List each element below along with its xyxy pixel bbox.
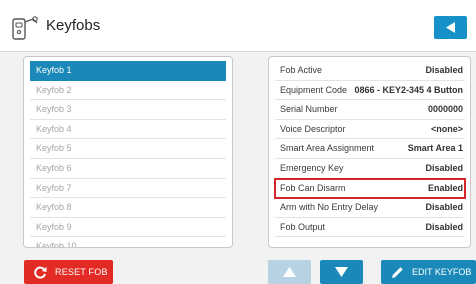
property-row[interactable]: Fob Output Disabled <box>275 218 465 238</box>
keyfob-list-panel: Keyfob 1 Keyfob 2 Keyfob 3 Keyfob 4 Keyfob 5… <box>23 56 233 248</box>
property-value: Disabled <box>425 162 463 173</box>
property-value: 0000000 <box>427 104 463 115</box>
property-value: Disabled <box>425 202 463 213</box>
property-row[interactable]: Equipment Code 0866 - KEY2-345 4 Button <box>275 81 465 101</box>
move-up-button[interactable] <box>268 260 311 284</box>
property-value: Enabled <box>427 182 463 193</box>
move-down-button[interactable] <box>320 260 363 284</box>
property-value: Disabled <box>425 65 463 75</box>
property-label: Emergency Key <box>280 162 344 173</box>
back-button[interactable] <box>434 16 467 39</box>
keyfob-list-item[interactable]: Keyfob 6 <box>30 159 226 179</box>
property-value: Disabled <box>425 221 463 232</box>
property-row[interactable]: Emergency Key Disabled <box>275 159 465 179</box>
down-arrow-icon <box>335 267 348 277</box>
keyfob-properties-panel: Fob Active Disabled Equipment Code 0866 - K… <box>268 56 471 248</box>
reset-fob-label: RESET FOB <box>55 267 108 277</box>
property-value: <none> <box>430 123 463 134</box>
keyfob-properties: Fob Active Disabled Equipment Code 0866 - K… <box>274 61 466 238</box>
property-label: Fob Can Disarm <box>280 182 346 193</box>
property-row[interactable]: Voice Descriptor <none> <box>275 120 465 140</box>
keyfob-icon <box>11 13 39 41</box>
keyfob-list-item[interactable]: Keyfob 4 <box>30 120 226 140</box>
property-label: Fob Output <box>280 221 326 232</box>
property-label: Voice Descriptor <box>280 123 346 134</box>
keyfob-list-item[interactable]: Keyfob 7 <box>30 179 226 199</box>
back-arrow-icon <box>446 22 455 33</box>
property-row[interactable]: Arm with No Entry Delay Disabled <box>275 198 465 218</box>
pencil-icon <box>392 267 403 278</box>
property-label: Arm with No Entry Delay <box>280 202 379 213</box>
property-label: Serial Number <box>280 104 338 115</box>
edit-keyfob-label: EDIT KEYFOB <box>412 267 472 277</box>
property-row[interactable]: Fob Active Disabled <box>275 61 465 81</box>
property-row[interactable]: Smart Area Assignment Smart Area 1 <box>275 139 465 159</box>
property-value: Smart Area 1 <box>407 143 463 154</box>
property-row[interactable]: Fob Can Disarm Enabled <box>274 177 466 200</box>
keyfob-list-item[interactable]: Keyfob 1 <box>30 61 226 81</box>
property-label: Equipment Code <box>280 84 348 95</box>
reset-fob-button[interactable]: RESET FOB <box>24 260 113 284</box>
keyfob-list: Keyfob 1 Keyfob 2 Keyfob 3 Keyfob 4 Keyfob 5… <box>30 61 226 247</box>
property-value: 0866 - KEY2-345 4 Button <box>354 84 463 95</box>
keyfob-list-item[interactable]: Keyfob 5 <box>30 139 226 159</box>
keyfob-list-item[interactable]: Keyfob 10 <box>30 237 226 247</box>
property-label: Smart Area Assignment <box>280 143 375 154</box>
keyfob-list-item[interactable]: Keyfob 8 <box>30 198 226 218</box>
edit-keyfob-button[interactable]: EDIT KEYFOB <box>381 260 476 284</box>
property-row[interactable]: Serial Number 0000000 <box>275 100 465 120</box>
keyfob-list-item[interactable]: Keyfob 9 <box>30 218 226 238</box>
keyfob-list-item[interactable]: Keyfob 2 <box>30 81 226 101</box>
page-title: Keyfobs <box>46 17 101 34</box>
refresh-icon <box>34 266 47 279</box>
property-label: Fob Active <box>280 65 323 75</box>
up-arrow-icon <box>283 267 296 277</box>
keyfob-list-item[interactable]: Keyfob 3 <box>30 100 226 120</box>
app-header: Keyfobs <box>0 0 476 52</box>
